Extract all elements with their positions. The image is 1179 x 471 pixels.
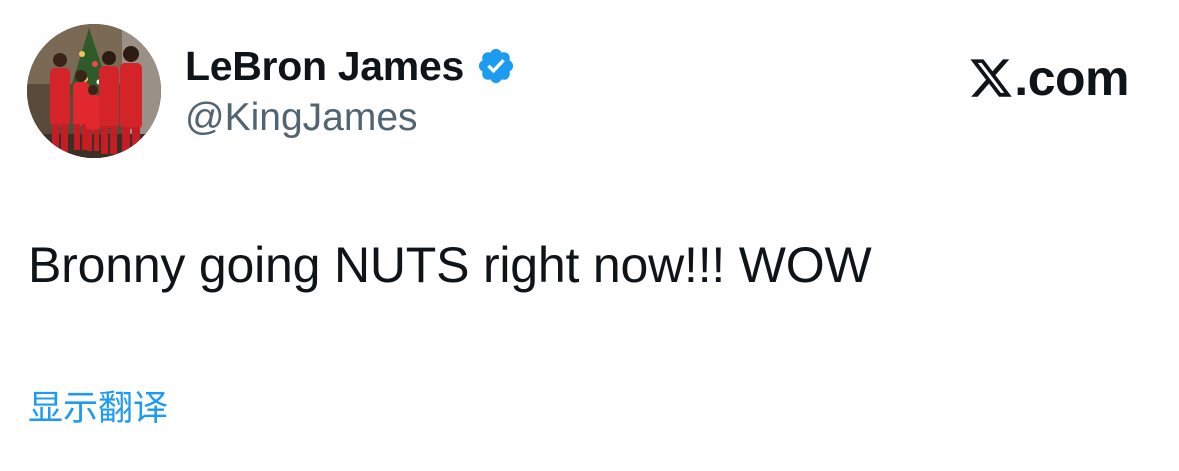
tweet-text: Bronny going NUTS right now!!! WOW [28,237,872,293]
x-logo-icon [968,55,1014,101]
logo-domain-text: .com [1014,50,1129,106]
verified-badge-icon [476,46,516,86]
user-handle[interactable]: @KingJames [185,96,516,140]
family-photo-avatar [27,24,161,158]
name-row: LeBron James [185,40,516,92]
avatar[interactable] [27,24,161,158]
tweet-card: LeBron James @KingJames .com Bronny goin… [0,0,1179,471]
show-translation-link[interactable]: 显示翻译 [28,380,168,431]
display-name[interactable]: LeBron James [185,43,464,90]
x-com-logo: .com [968,50,1129,106]
author-info: LeBron James @KingJames [185,40,516,140]
